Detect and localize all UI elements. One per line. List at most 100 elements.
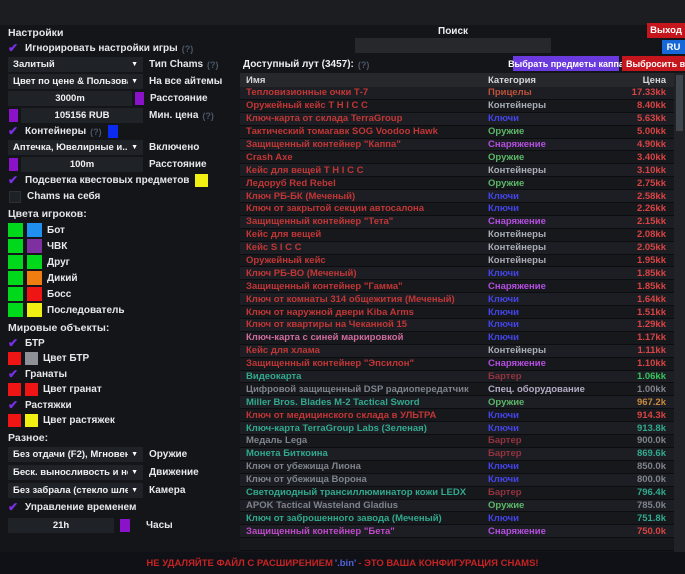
- checkmark-icon[interactable]: ✔: [8, 368, 23, 381]
- table-row[interactable]: Ключ от наружной двери Kiba ArmsКлючи1.5…: [240, 306, 674, 319]
- table-row[interactable]: Монета БиткоинаБартер869.6k: [240, 448, 674, 461]
- table-row[interactable]: [240, 538, 674, 551]
- checkmark-icon[interactable]: ✔: [8, 125, 23, 138]
- scrollbar-thumb[interactable]: [676, 75, 683, 131]
- world-object-checkbox[interactable]: ✔Растяжки: [8, 399, 236, 411]
- checkmark-icon[interactable]: ✔: [8, 337, 23, 350]
- table-row[interactable]: Ключ от квартиры на Чеканной 15Ключи1.29…: [240, 319, 674, 332]
- column-header-price[interactable]: Цена: [606, 75, 674, 86]
- help-icon[interactable]: (?): [90, 127, 102, 137]
- quest-highlight-checkbox[interactable]: ✔ Подсветка квестовых предметов: [8, 174, 236, 187]
- player-color-swatch-1[interactable]: [8, 255, 23, 269]
- containers-color-swatch[interactable]: [108, 125, 118, 138]
- table-row[interactable]: Ключ от убежища ВоронаКлючи800.0k: [240, 474, 674, 487]
- table-row[interactable]: Ключ от медицинского склада в УЛЬТРАКлюч…: [240, 409, 674, 422]
- world-color-swatch-2[interactable]: [25, 383, 38, 396]
- ignore-game-settings-checkbox[interactable]: ✔ Игнорировать настройки игры (?): [8, 42, 236, 55]
- player-color-swatch-1[interactable]: [8, 303, 23, 317]
- player-color-swatch-2[interactable]: [27, 287, 42, 301]
- checkmark-icon[interactable]: ✔: [8, 174, 23, 187]
- table-row[interactable]: Защищенный контейнер "Гамма"Снаряжение1.…: [240, 280, 674, 293]
- world-object-checkbox[interactable]: ✔БТР: [8, 337, 236, 349]
- table-row[interactable]: Miller Bros. Blades M-2 Tactical SwordОр…: [240, 396, 674, 409]
- player-color-swatch-1[interactable]: [8, 239, 23, 253]
- table-row[interactable]: Ключ от убежища ЛионаКлючи850.0k: [240, 461, 674, 474]
- color-mode-select[interactable]: Цвет по цене & Пользователь ▼: [8, 74, 143, 89]
- player-color-swatch-2[interactable]: [27, 255, 42, 269]
- world-color-swatch-1[interactable]: [8, 352, 21, 365]
- table-row[interactable]: Ключ от закрытой секции автосалонаКлючи2…: [240, 203, 674, 216]
- checkmark-icon[interactable]: ✔: [8, 42, 23, 55]
- column-header-category[interactable]: Категория: [488, 75, 606, 86]
- table-row[interactable]: Оружейный кейс T H I C CКонтейнеры8.40kk: [240, 100, 674, 113]
- search-input[interactable]: [355, 38, 551, 53]
- player-color-swatch-2[interactable]: [27, 271, 42, 285]
- table-row[interactable]: APOK Tactical Wasteland GladiusОружие785…: [240, 500, 674, 513]
- chams-type-select[interactable]: Залитый ▼: [8, 57, 143, 72]
- help-icon[interactable]: (?): [207, 60, 219, 70]
- table-row[interactable]: Медаль LegaБартер900.0k: [240, 435, 674, 448]
- player-color-swatch-1[interactable]: [8, 287, 23, 301]
- quest-color-swatch[interactable]: [195, 174, 208, 187]
- checkmark-icon[interactable]: ✔: [8, 399, 23, 412]
- table-row[interactable]: Ключ РБ-ВО (Меченый)Ключи1.85kk: [240, 267, 674, 280]
- select-kappa-items-button[interactable]: Выбрать предметы каппа: [513, 56, 619, 71]
- hours-color-swatch[interactable]: [120, 519, 130, 532]
- loot-distance-color-swatch[interactable]: [9, 158, 18, 171]
- help-icon[interactable]: (?): [182, 44, 194, 54]
- time-control-checkbox[interactable]: ✔ Управление временем: [8, 501, 236, 514]
- player-color-swatch-2[interactable]: [27, 223, 42, 237]
- table-row[interactable]: Ледоруб Red RebelОружие2.75kk: [240, 177, 674, 190]
- unchecked-box-icon[interactable]: [9, 191, 21, 203]
- language-button[interactable]: RU: [662, 40, 685, 54]
- world-object-checkbox[interactable]: ✔Гранаты: [8, 368, 236, 380]
- hours-input[interactable]: 21h: [8, 518, 114, 533]
- player-color-swatch-1[interactable]: [8, 271, 23, 285]
- world-color-swatch-1[interactable]: [8, 383, 21, 396]
- table-row[interactable]: Тепловизионные очки Т-7Прицелы17.33kk: [240, 87, 674, 100]
- world-color-swatch-2[interactable]: [25, 414, 38, 427]
- min-price-input[interactable]: 105156 RUB: [21, 108, 143, 123]
- table-row[interactable]: Защищенный контейнер "Бета"Снаряжение750…: [240, 525, 674, 538]
- misc-select[interactable]: Беск. выносливость и нет уста▼: [8, 465, 143, 480]
- player-color-swatch-2[interactable]: [27, 303, 42, 317]
- table-row[interactable]: Защищенный контейнер "Каппа"Снаряжение4.…: [240, 139, 674, 152]
- table-row[interactable]: Ключ-карта TerraGroup Labs (Зеленая)Ключ…: [240, 422, 674, 435]
- world-color-swatch-2[interactable]: [25, 352, 38, 365]
- table-row[interactable]: Ключ РБ-БК (Меченый)Ключи2.58kk: [240, 190, 674, 203]
- loot-filter-select[interactable]: Аптечка, Ювелирные и... ▼: [8, 140, 143, 155]
- table-row[interactable]: Цифровой защищенный DSP радиопередатчикС…: [240, 383, 674, 396]
- table-row[interactable]: Кейс для вещей T H I C CКонтейнеры3.10kk: [240, 164, 674, 177]
- table-row[interactable]: Ключ-карта от склада TerraGroupКлючи5.63…: [240, 113, 674, 126]
- table-row[interactable]: Светодиодный трансиллюминатор кожи LEDXБ…: [240, 487, 674, 500]
- help-icon[interactable]: (?): [202, 111, 214, 121]
- world-color-swatch-1[interactable]: [8, 414, 21, 427]
- drop-all-button[interactable]: Выбросить все: [622, 56, 685, 71]
- table-row[interactable]: Тактический томагавк SOG Voodoo HawkОруж…: [240, 126, 674, 139]
- help-icon[interactable]: (?): [358, 60, 370, 70]
- self-chams-checkbox[interactable]: Chams на себя: [8, 190, 236, 203]
- table-scrollbar[interactable]: [674, 73, 685, 552]
- column-header-name[interactable]: Имя: [240, 75, 488, 86]
- table-row[interactable]: Кейс S I C CКонтейнеры2.05kk: [240, 242, 674, 255]
- table-row[interactable]: Защищенный контейнер "Эпсилон"Снаряжение…: [240, 358, 674, 371]
- table-row[interactable]: Crash AxeОружие3.40kk: [240, 151, 674, 164]
- table-row[interactable]: Оружейный кейсКонтейнеры1.95kk: [240, 255, 674, 268]
- table-row[interactable]: Защищенный контейнер "Тета"Снаряжение2.1…: [240, 216, 674, 229]
- exit-button[interactable]: Выход: [647, 23, 685, 38]
- table-row[interactable]: Ключ-карта с синей маркировкойКлючи1.17k…: [240, 332, 674, 345]
- table-row[interactable]: Кейс для вещейКонтейнеры2.08kk: [240, 229, 674, 242]
- table-row[interactable]: ВидеокартаБартер1.06kk: [240, 371, 674, 384]
- table-row[interactable]: Ключ от заброшенного завода (Меченый)Клю…: [240, 512, 674, 525]
- window-titlebar[interactable]: [0, 0, 685, 25]
- distance-color-swatch[interactable]: [135, 92, 144, 105]
- player-color-swatch-1[interactable]: [8, 223, 23, 237]
- table-row[interactable]: Кейс для хламаКонтейнеры1.11kk: [240, 345, 674, 358]
- distance-input[interactable]: 3000m: [8, 91, 132, 106]
- player-color-swatch-2[interactable]: [27, 239, 42, 253]
- containers-checkbox[interactable]: ✔ Контейнеры (?): [8, 125, 236, 138]
- table-row[interactable]: Ключ от комнаты 314 общежития (Меченый)К…: [240, 293, 674, 306]
- min-price-color-swatch[interactable]: [9, 109, 18, 122]
- loot-distance-input[interactable]: 100m: [21, 157, 143, 172]
- misc-select[interactable]: Без забрала (стекло шлема)▼: [8, 483, 143, 498]
